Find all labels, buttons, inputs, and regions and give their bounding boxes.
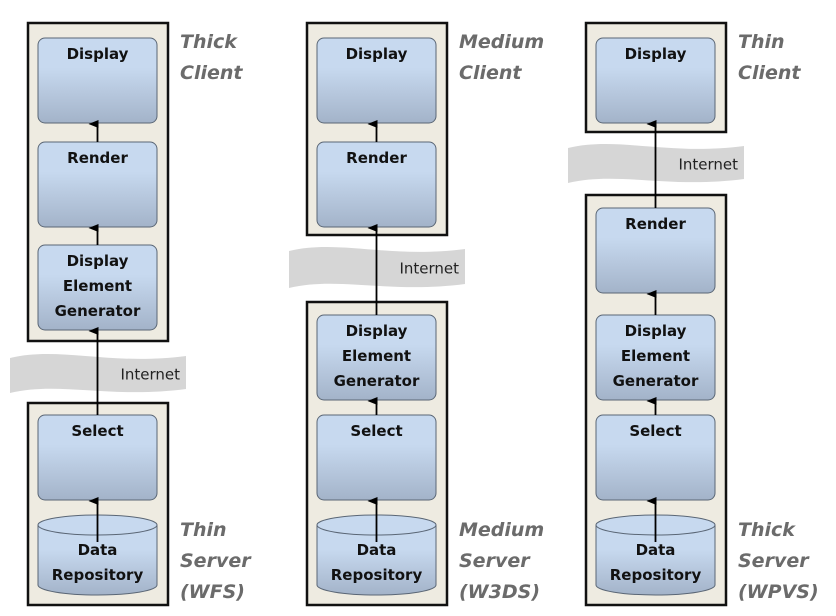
client-component-display: Display — [595, 37, 716, 124]
repository-label: Data — [636, 541, 676, 559]
client-type-label: Client — [459, 62, 522, 84]
client-type-label: Thick — [180, 31, 238, 53]
client-server-diagram: Display Render Display Element Generator Sele… — [10, 21, 819, 607]
internet-label: Internet — [399, 260, 459, 278]
architecture-column-2: Display Render Display Element Generator Sele… — [289, 21, 544, 607]
client-component-display-label: Display — [67, 45, 129, 63]
server-type-label: (WPVS) — [738, 581, 819, 603]
client-type-label: Client — [180, 62, 243, 84]
server-component-render: Render — [595, 207, 716, 294]
server-component-select: Select — [595, 414, 716, 501]
client-component-display-element-generator-label: Element — [63, 277, 132, 295]
server-component-select-label: Select — [350, 422, 402, 440]
server-type-label: Server — [459, 550, 531, 572]
server-component-select: Select — [37, 414, 158, 501]
server-component-display-element-generator-label: Generator — [613, 372, 699, 390]
server-component-display-element-generator: Display Element Generator — [316, 314, 437, 401]
client-type-label: Medium — [459, 31, 544, 53]
server-type-label: Medium — [459, 519, 544, 541]
server-component-render-label: Render — [625, 215, 686, 233]
client-component-display-label: Display — [625, 45, 687, 63]
client-component-render-label: Render — [67, 149, 128, 167]
client-component-display: Display — [316, 37, 437, 124]
server-type-label: (WFS) — [180, 581, 245, 603]
server-component-display-element-generator-label: Generator — [334, 372, 420, 390]
server-component-display-element-generator-label: Element — [342, 347, 411, 365]
client-component-render: Render — [316, 141, 437, 228]
server-component-display-element-generator-label: Element — [621, 347, 690, 365]
server-type-label: Server — [738, 550, 810, 572]
server-type-label: Server — [180, 550, 252, 572]
internet-label: Internet — [120, 366, 180, 384]
client-component-display-label: Display — [346, 45, 408, 63]
client-component-display: Display — [37, 37, 158, 124]
server-type-label: Thin — [180, 519, 227, 541]
internet-label: Internet — [678, 156, 738, 174]
server-component-display-element-generator-label: Display — [625, 322, 687, 340]
server-component-display-element-generator-label: Display — [346, 322, 408, 340]
server-type-label: (W3DS) — [459, 581, 540, 603]
client-type-label: Thin — [738, 31, 785, 53]
repository-label: Data — [357, 541, 397, 559]
server-component-select: Select — [316, 414, 437, 501]
client-component-display-element-generator-label: Display — [67, 252, 129, 270]
client-component-render-label: Render — [346, 149, 407, 167]
server-component-select-label: Select — [629, 422, 681, 440]
architecture-column-1: Display Render Display Element Generator Sele… — [10, 21, 252, 607]
repository-label: Data — [78, 541, 118, 559]
server-component-display-element-generator: Display Element Generator — [595, 314, 716, 401]
client-type-label: Client — [738, 62, 801, 84]
repository-label: Repository — [52, 566, 144, 584]
server-component-select-label: Select — [71, 422, 123, 440]
client-component-display-element-generator-label: Generator — [55, 302, 141, 320]
architecture-column-3: Display Render Display Element Generator Sele… — [568, 21, 819, 607]
repository-label: Repository — [610, 566, 702, 584]
client-component-display-element-generator: Display Element Generator — [37, 244, 158, 331]
client-component-render: Render — [37, 141, 158, 228]
server-type-label: Thick — [738, 519, 796, 541]
repository-label: Repository — [331, 566, 423, 584]
